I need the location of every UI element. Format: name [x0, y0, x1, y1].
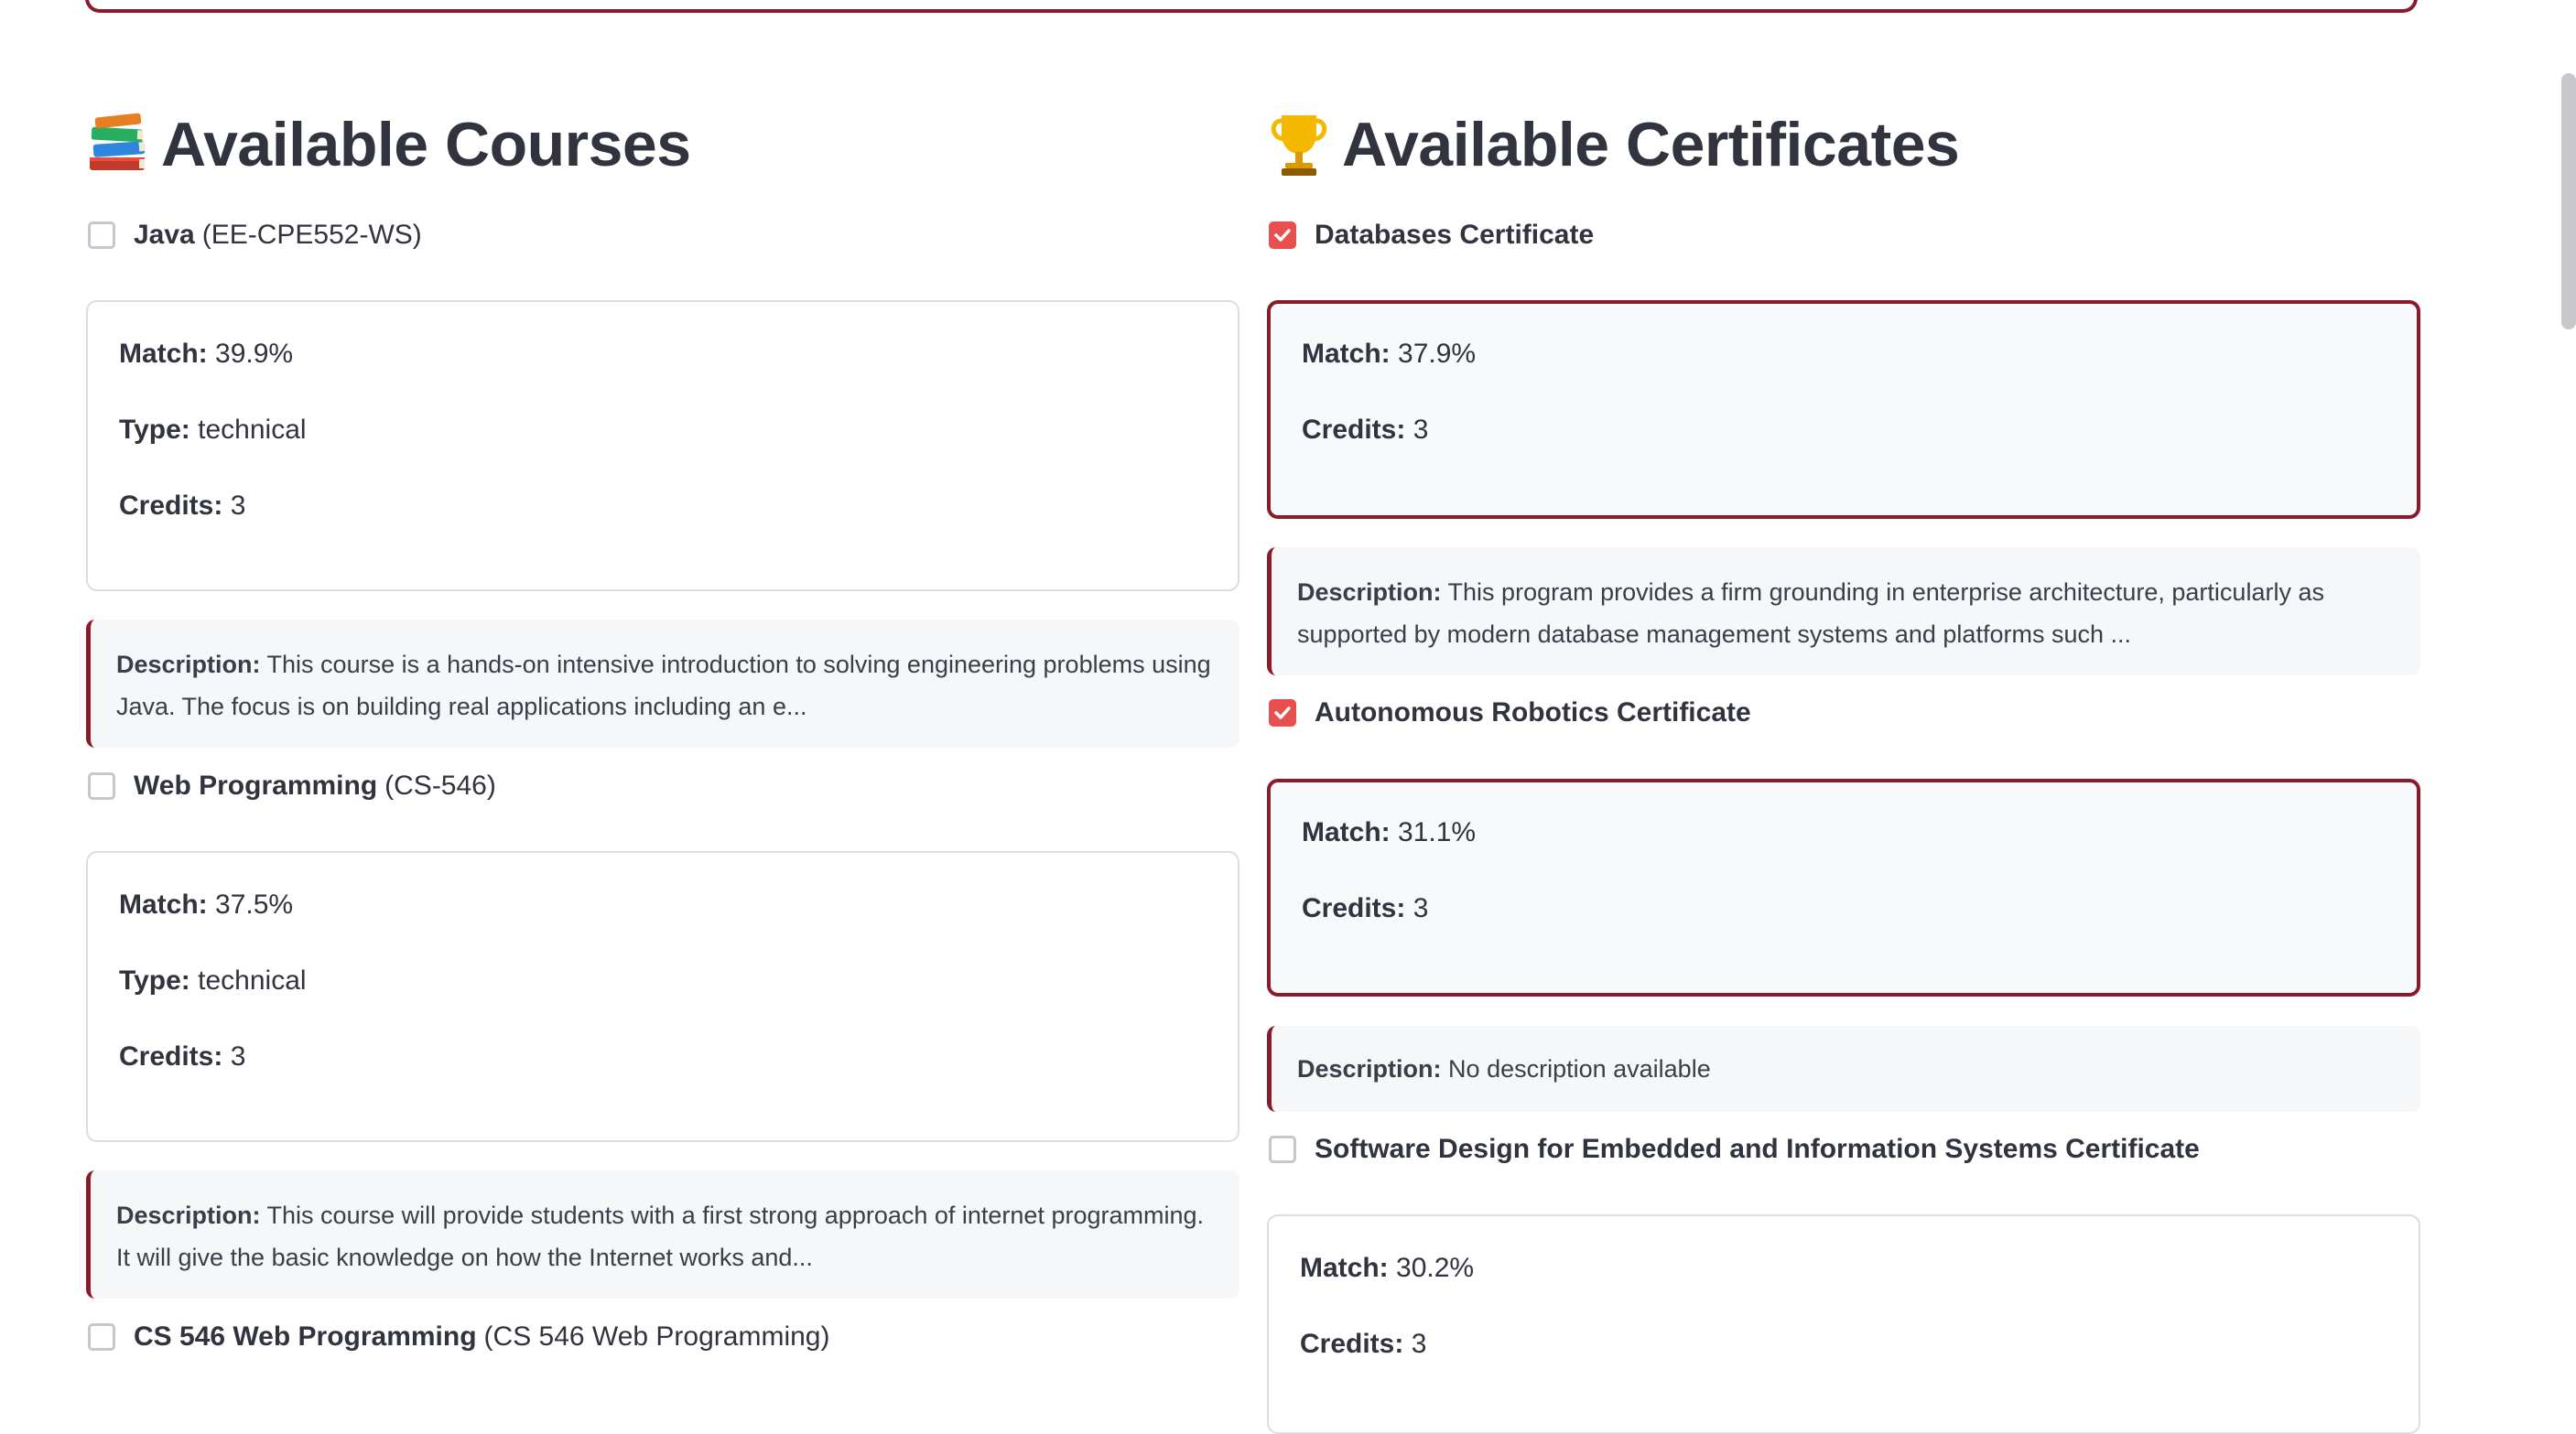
course-checkbox-row-web-programming[interactable]: Web Programming (CS-546): [86, 771, 496, 802]
credits-field: Credits: 3: [119, 491, 246, 521]
course-code: (CS-546): [384, 771, 496, 801]
books-icon: [90, 113, 146, 170]
course-description-web-programming: Description: This course will provide st…: [86, 1170, 1239, 1299]
top-container-border: [85, 0, 2418, 13]
credits-field: Credits: 3: [1302, 415, 1429, 445]
course-checkbox-row-java[interactable]: Java (EE-CPE552-WS): [86, 220, 422, 251]
course-code: (CS 546 Web Programming): [483, 1321, 830, 1352]
course-code: (EE-CPE552-WS): [201, 220, 422, 250]
certificate-name: Autonomous Robotics Certificate: [1315, 697, 1751, 728]
course-name: Java: [134, 220, 195, 250]
certificates-heading-text: Available Certificates: [1342, 110, 1960, 179]
match-field: Match: 37.5%: [119, 890, 294, 920]
certificate-card-software-design: Match: 30.2% Credits: 3: [1267, 1214, 2420, 1434]
credits-field: Credits: 3: [1300, 1329, 1427, 1359]
certificate-checkbox-row-software-design[interactable]: Software Design for Embedded and Informa…: [1267, 1134, 2200, 1165]
certificate-card-databases: Match: 37.9% Credits: 3: [1267, 300, 2420, 519]
certificate-name: Software Design for Embedded and Informa…: [1315, 1134, 2200, 1164]
certificate-name: Databases Certificate: [1315, 220, 1595, 250]
trophy-icon: [1271, 115, 1327, 176]
checkmark-icon: [1274, 706, 1291, 719]
match-field: Match: 39.9%: [119, 339, 294, 369]
checkbox[interactable]: [1269, 1136, 1296, 1163]
courses-heading-text: Available Courses: [161, 110, 691, 179]
course-description-java: Description: This course is a hands-on i…: [86, 620, 1239, 748]
checkbox-checked[interactable]: [1269, 699, 1296, 727]
checkbox[interactable]: [88, 221, 115, 249]
page-scrollbar[interactable]: [2561, 73, 2576, 329]
type-field: Type: technical: [119, 965, 307, 996]
checkbox[interactable]: [88, 1323, 115, 1351]
checkbox[interactable]: [88, 772, 115, 800]
match-field: Match: 31.1%: [1302, 817, 1477, 847]
type-field: Type: technical: [119, 415, 307, 445]
course-name: CS 546 Web Programming: [134, 1321, 477, 1352]
certificate-description-robotics: Description: No description available: [1267, 1026, 2420, 1112]
certificate-checkbox-row-robotics[interactable]: Autonomous Robotics Certificate: [1267, 697, 1751, 728]
course-card-java: Match: 39.9% Type: technical Credits: 3: [86, 300, 1239, 591]
match-field: Match: 37.9%: [1302, 339, 1477, 369]
certificate-card-robotics: Match: 31.1% Credits: 3: [1267, 779, 2420, 997]
match-field: Match: 30.2%: [1300, 1253, 1475, 1283]
credits-field: Credits: 3: [119, 1041, 246, 1072]
checkmark-icon: [1274, 229, 1291, 242]
course-checkbox-row-cs546[interactable]: CS 546 Web Programming (CS 546 Web Progr…: [86, 1321, 829, 1353]
certificate-checkbox-row-databases[interactable]: Databases Certificate: [1267, 220, 1594, 251]
checkbox-checked[interactable]: [1269, 221, 1296, 249]
course-name: Web Programming: [134, 771, 378, 801]
courses-heading: Available Courses: [86, 99, 691, 190]
certificate-description-databases: Description: This program provides a fir…: [1267, 547, 2420, 675]
certificates-heading: Available Certificates: [1267, 99, 1960, 190]
credits-field: Credits: 3: [1302, 893, 1429, 923]
course-card-web-programming: Match: 37.5% Type: technical Credits: 3: [86, 851, 1239, 1142]
